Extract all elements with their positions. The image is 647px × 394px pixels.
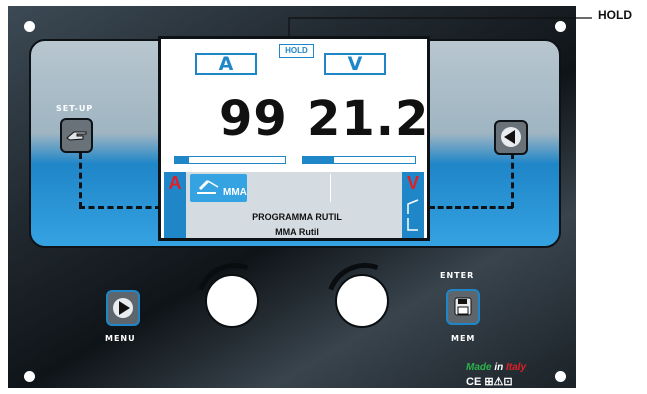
voltage-value: 21.2 (307, 91, 430, 147)
electrode-holder-icon (197, 179, 219, 194)
in-word: in (494, 362, 504, 373)
current-bar (174, 156, 286, 164)
hold-indicator: HOLD (279, 44, 314, 58)
info-area: A MMA PROGRAMMA RUTIL MMA Rutil V (164, 172, 424, 238)
side-voltage-text: V (406, 173, 419, 193)
back-button[interactable] (494, 120, 528, 155)
setup-button[interactable] (60, 118, 93, 153)
voltage-bar-fill (303, 157, 335, 163)
mode-mma-tile[interactable]: MMA (190, 174, 247, 202)
program-name: MMA Rutil (275, 227, 319, 237)
mode-label: MMA (223, 187, 247, 198)
setup-label: SET-UP (56, 104, 94, 113)
side-voltage-letter: V (402, 172, 424, 238)
back-connector (511, 153, 514, 208)
setup-connector (79, 153, 82, 208)
mem-button[interactable] (446, 289, 480, 325)
voltage-knob[interactable] (335, 274, 389, 328)
voltage-bar (302, 156, 416, 164)
hold-callout-label: HOLD (598, 8, 632, 22)
current-knob[interactable] (205, 274, 259, 328)
info-divider (330, 174, 332, 202)
unit-current: A (195, 53, 257, 75)
italy-word: Italy (506, 362, 527, 373)
waveform-icon (407, 199, 419, 231)
triangle-left-icon (501, 127, 521, 147)
made-in-italy: Made in Italy (466, 362, 526, 373)
unit-voltage: V (324, 53, 386, 75)
setup-connector-h (79, 206, 161, 209)
triangle-right-icon (113, 298, 133, 318)
enter-label: ENTER (440, 271, 475, 280)
back-connector-h (429, 206, 513, 209)
made-word: Made (466, 362, 492, 373)
side-current-letter: A (164, 172, 186, 238)
current-value: 99 (219, 91, 288, 147)
certification-marks: CE ⊞⚠⊡ (466, 376, 513, 388)
floppy-disk-icon (454, 297, 472, 316)
mem-label: MEM (451, 334, 476, 343)
menu-button[interactable] (106, 290, 140, 326)
program-line: PROGRAMMA RUTIL (252, 212, 342, 222)
menu-label: MENU (105, 334, 136, 343)
hand-pointer-icon (66, 131, 87, 141)
lcd-screen: HOLD A V 99 21.2 A MMA PROGRAMMA RUTIL M… (158, 36, 430, 241)
current-bar-fill (175, 157, 190, 163)
